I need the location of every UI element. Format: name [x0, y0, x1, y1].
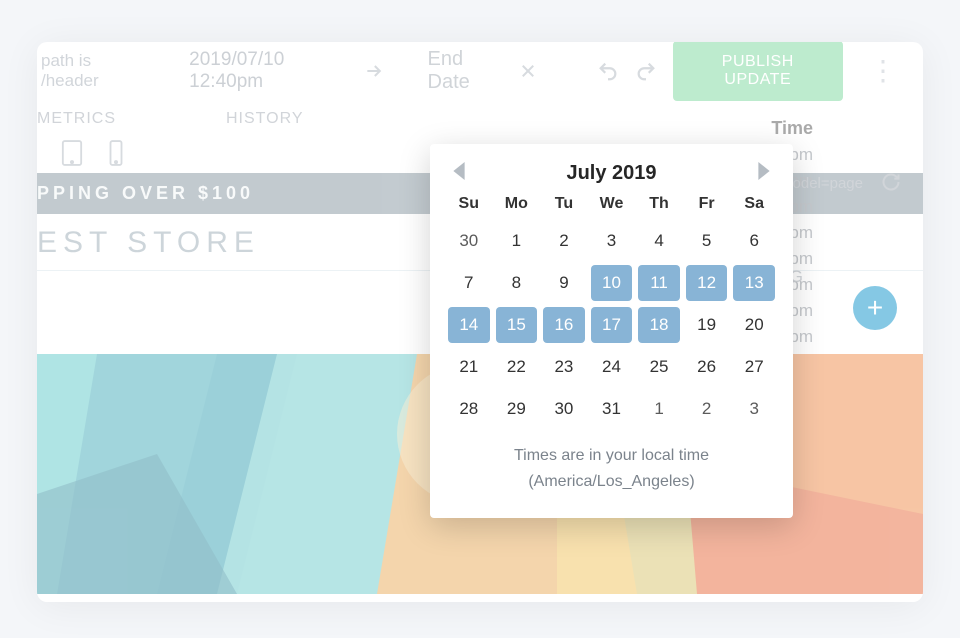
- path-label: path is /header: [41, 51, 143, 91]
- day-cell[interactable]: 21: [448, 349, 490, 385]
- dow-header: We: [591, 191, 633, 217]
- day-cell[interactable]: 18: [638, 307, 680, 343]
- day-cell[interactable]: 11: [638, 265, 680, 301]
- day-cell[interactable]: 13: [733, 265, 775, 301]
- overflow-menu-icon[interactable]: ⋮: [859, 54, 907, 87]
- dow-header: Su: [448, 191, 490, 217]
- calendar-grid: SuMoTuWeThFrSa30123456789101112131415161…: [448, 191, 775, 427]
- day-cell[interactable]: 1: [638, 391, 680, 427]
- month-title: July 2019: [566, 162, 656, 185]
- day-cell[interactable]: 10: [591, 265, 633, 301]
- day-cell[interactable]: 3: [591, 223, 633, 259]
- dow-header: Sa: [733, 191, 775, 217]
- day-cell[interactable]: 1: [496, 223, 538, 259]
- next-month-icon[interactable]: [757, 162, 771, 185]
- day-cell[interactable]: 3: [733, 391, 775, 427]
- day-cell[interactable]: 5: [686, 223, 728, 259]
- day-cell[interactable]: 27: [733, 349, 775, 385]
- day-cell[interactable]: 30: [543, 391, 585, 427]
- day-cell[interactable]: 14: [448, 307, 490, 343]
- dow-header: Fr: [686, 191, 728, 217]
- timezone-note: Times are in your local time (America/Lo…: [448, 427, 775, 494]
- arrow-right-icon[interactable]: [364, 61, 384, 81]
- start-date[interactable]: 2019/07/10 12:40pm: [189, 49, 347, 93]
- toolbar: path is /header 2019/07/10 12:40pm End D…: [37, 42, 923, 100]
- redo-icon[interactable]: [635, 60, 657, 82]
- day-cell[interactable]: 2: [686, 391, 728, 427]
- dow-header: Th: [638, 191, 680, 217]
- day-cell[interactable]: 31: [591, 391, 633, 427]
- timezone-line2: (America/Los_Angeles): [448, 469, 775, 495]
- day-cell[interactable]: 16: [543, 307, 585, 343]
- day-cell[interactable]: 25: [638, 349, 680, 385]
- day-cell[interactable]: 12: [686, 265, 728, 301]
- publish-button[interactable]: PUBLISH UPDATE: [673, 42, 843, 101]
- day-cell[interactable]: 17: [591, 307, 633, 343]
- prev-month-icon[interactable]: [452, 162, 466, 185]
- day-cell[interactable]: 20: [733, 307, 775, 343]
- phone-icon[interactable]: [105, 138, 127, 173]
- day-cell[interactable]: 29: [496, 391, 538, 427]
- day-cell[interactable]: 23: [543, 349, 585, 385]
- day-cell[interactable]: 8: [496, 265, 538, 301]
- dow-header: Mo: [496, 191, 538, 217]
- add-button[interactable]: +: [853, 286, 897, 330]
- timezone-line1: Times are in your local time: [448, 443, 775, 469]
- tab-metrics[interactable]: METRICS: [37, 110, 116, 128]
- clear-icon[interactable]: [519, 62, 537, 80]
- tab-history[interactable]: HISTORY: [226, 110, 304, 128]
- day-cell[interactable]: 2: [543, 223, 585, 259]
- app-window: path is /header 2019/07/10 12:40pm End D…: [37, 42, 923, 602]
- day-cell[interactable]: 7: [448, 265, 490, 301]
- end-date-field[interactable]: End Date: [428, 48, 504, 94]
- time-heading: Time: [713, 118, 813, 139]
- refresh-icon[interactable]: [881, 172, 901, 197]
- day-cell[interactable]: 24: [591, 349, 633, 385]
- date-picker: July 2019 SuMoTuWeThFrSa3012345678910111…: [430, 144, 793, 518]
- day-cell[interactable]: 15: [496, 307, 538, 343]
- day-cell[interactable]: 19: [686, 307, 728, 343]
- day-cell[interactable]: 22: [496, 349, 538, 385]
- undo-icon[interactable]: [597, 60, 619, 82]
- day-cell[interactable]: 9: [543, 265, 585, 301]
- day-cell[interactable]: 26: [686, 349, 728, 385]
- day-cell[interactable]: 30: [448, 223, 490, 259]
- day-cell[interactable]: 4: [638, 223, 680, 259]
- dow-header: Tu: [543, 191, 585, 217]
- day-cell[interactable]: 28: [448, 391, 490, 427]
- tablet-icon[interactable]: [61, 138, 83, 173]
- day-cell[interactable]: 6: [733, 223, 775, 259]
